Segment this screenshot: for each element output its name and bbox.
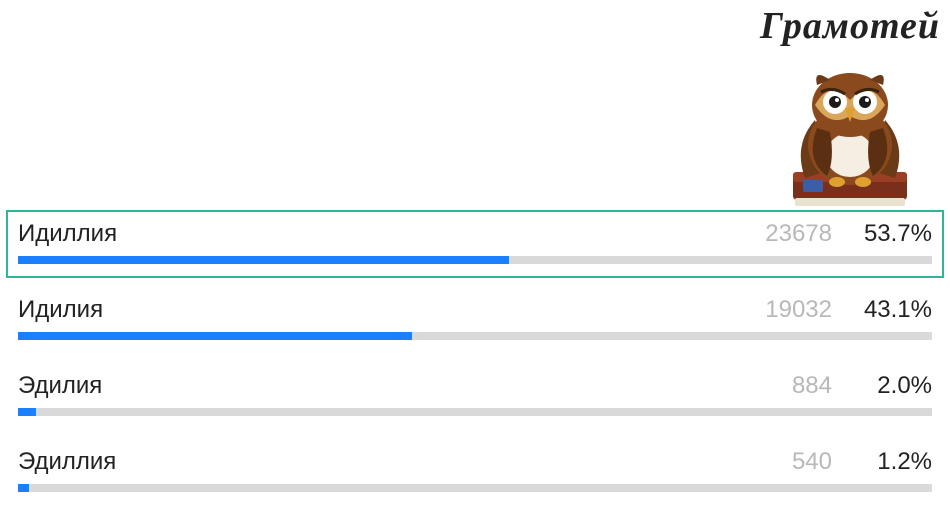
brand-logo: Грамотей (760, 4, 940, 210)
option-count: 19032 (762, 296, 832, 324)
option-count: 23678 (762, 220, 832, 248)
bar-fill (18, 484, 29, 492)
option-label: Эдиллия (18, 448, 762, 476)
result-row: Эдиллия 540 1.2% (6, 438, 944, 506)
bar-track (18, 408, 932, 416)
poll-results: Идиллия 23678 53.7% Идилия 19032 43.1% Э… (6, 210, 944, 514)
brand-title: Грамотей (760, 4, 940, 48)
owl-on-book-icon (775, 50, 925, 210)
option-percent: 2.0% (860, 372, 932, 400)
result-row: Идилия 19032 43.1% (6, 286, 944, 354)
bar-track (18, 332, 932, 340)
option-label: Эдилия (18, 372, 762, 400)
bar-fill (18, 408, 36, 416)
result-row: Эдилия 884 2.0% (6, 362, 944, 430)
option-percent: 43.1% (860, 296, 932, 324)
option-count: 884 (762, 372, 832, 400)
option-percent: 1.2% (860, 448, 932, 476)
result-row: Идиллия 23678 53.7% (6, 210, 944, 278)
option-label: Идиллия (18, 220, 762, 248)
bar-track (18, 256, 932, 264)
option-label: Идилия (18, 296, 762, 324)
bar-track (18, 484, 932, 492)
option-percent: 53.7% (860, 220, 932, 248)
bar-fill (18, 332, 412, 340)
option-count: 540 (762, 448, 832, 476)
bar-fill (18, 256, 509, 264)
